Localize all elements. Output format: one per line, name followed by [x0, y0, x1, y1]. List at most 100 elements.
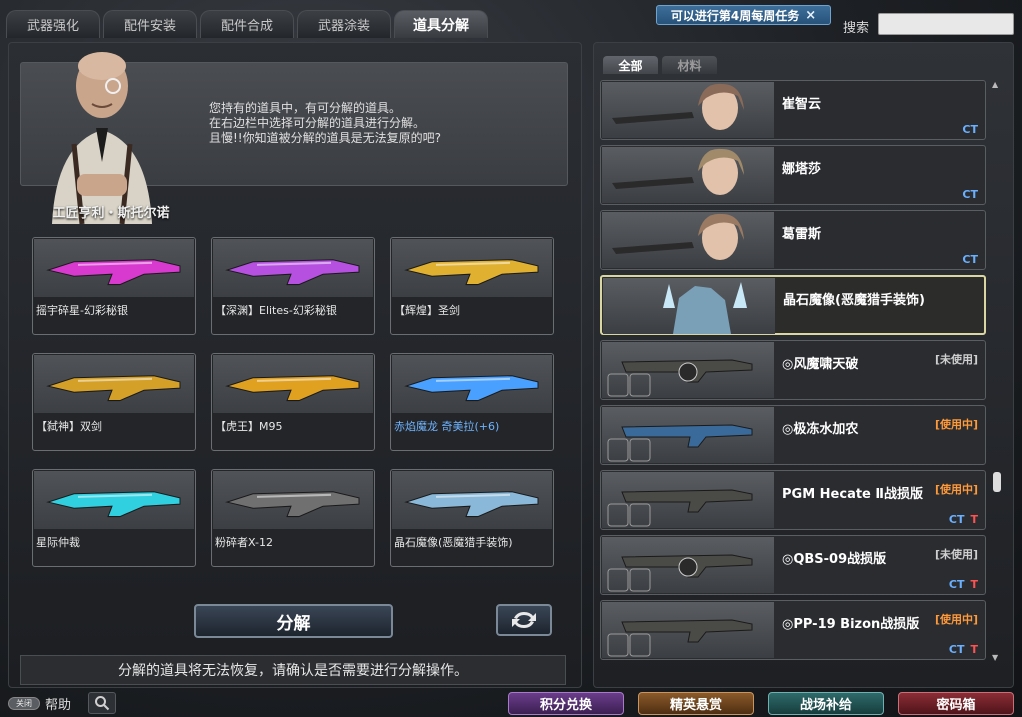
decompose-item-card[interactable]: 摇宇碎星-幻彩秘银: [32, 237, 196, 335]
inventory-item-name: ◎PP-19 Bizon战损版: [782, 617, 920, 632]
inventory-item-name: 崔智云: [782, 97, 822, 112]
item-thumbnail: [602, 147, 774, 203]
weapon-image: [392, 471, 552, 529]
character-portrait-icon: [612, 83, 744, 130]
golem-icon: [663, 282, 747, 334]
help-area: 关闭 帮助: [8, 694, 71, 713]
inventory-scrollbar[interactable]: ▲ ▼: [991, 80, 1003, 662]
item-name: 晶石魔像(恶魔猎手装饰): [394, 536, 513, 549]
item-name: 摇宇碎星-幻彩秘银: [36, 304, 128, 317]
tab-attachment-install[interactable]: 配件安装: [103, 10, 197, 38]
inventory-item-name: ◎极冻水加农: [782, 422, 859, 437]
decompose-item-card[interactable]: 【虎王】M95: [211, 353, 375, 451]
item-name: 【弑神】双剑: [36, 420, 102, 433]
inventory-list-item[interactable]: PGM Hecate Ⅱ战损版 [使用中] CT T: [600, 470, 986, 530]
search-input[interactable]: [878, 13, 1014, 35]
ct-badge: CT: [948, 513, 965, 526]
npc-name: 工匠亨利・斯托尔诺: [52, 206, 170, 221]
weapon-icon: [46, 491, 181, 518]
tab-attachment-synthesis[interactable]: 配件合成: [200, 10, 294, 38]
t-badge: T: [970, 513, 978, 526]
weapon-image: [213, 471, 373, 529]
help-label[interactable]: 帮助: [45, 694, 71, 713]
tab-all[interactable]: 全部: [603, 56, 658, 74]
decompose-item-card[interactable]: 粉碎者X-12: [211, 469, 375, 567]
decompose-item-card[interactable]: 【弑神】双剑: [32, 353, 196, 451]
weapon-icon: [607, 554, 753, 592]
decompose-item-card[interactable]: 【辉煌】圣剑: [390, 237, 554, 335]
inventory-filter-tabs: 全部 材料: [603, 56, 717, 74]
scroll-down-icon[interactable]: ▼: [992, 653, 998, 662]
inventory-item-name: PGM Hecate Ⅱ战损版: [782, 487, 923, 502]
weapon-icon: [607, 619, 753, 657]
points-exchange-button[interactable]: 积分兑换: [508, 692, 624, 715]
ct-badge: CT: [962, 253, 978, 266]
tab-materials[interactable]: 材料: [662, 56, 717, 74]
weapon-icon: [607, 359, 753, 397]
item-name: 星际仲裁: [36, 536, 80, 549]
team-badge: CT: [962, 253, 978, 266]
team-badge: CT T: [949, 578, 978, 591]
npc-dialog-line: 且慢!!你知道被分解的道具是无法复原的吧?: [209, 131, 441, 145]
inventory-item-name: ◎风魔啸天破: [782, 357, 859, 372]
inventory-list-item[interactable]: ◎PP-19 Bizon战损版 [使用中] CT T: [600, 600, 986, 660]
weapon-image: [392, 239, 552, 297]
weapon-image: [34, 471, 194, 529]
character-portrait-icon: [612, 148, 744, 195]
search-label: 搜索: [843, 21, 870, 36]
help-toggle[interactable]: 关闭: [8, 697, 40, 710]
inventory-list-item[interactable]: 崔智云 CT: [600, 80, 986, 140]
t-badge: T: [970, 578, 978, 591]
refresh-button[interactable]: [496, 604, 552, 636]
elite-bounty-button[interactable]: 精英悬赏: [638, 692, 754, 715]
weapon-icon: [46, 259, 181, 286]
weapon-icon: [225, 375, 360, 402]
ct-badge: CT: [948, 643, 965, 656]
ct-badge: CT: [962, 188, 978, 201]
item-thumbnail: [603, 278, 775, 334]
tab-weapon-paint[interactable]: 武器涂装: [297, 10, 391, 38]
npc-dialog-line: 您持有的道具中，有可分解的道具。: [209, 101, 402, 115]
refresh-icon: [512, 612, 536, 628]
item-thumbnail: [602, 82, 774, 138]
usage-status-badge: [使用中]: [934, 483, 978, 496]
weekly-mission-banner[interactable]: 可以进行第4周每周任务 ×: [656, 5, 831, 25]
inventory-item-name: 娜塔莎: [782, 162, 822, 177]
inventory-list-item[interactable]: ◎QBS-09战损版 [未使用] CT T: [600, 535, 986, 595]
weapon-icon: [225, 259, 360, 286]
close-icon[interactable]: ×: [805, 8, 816, 23]
item-thumbnail: [602, 212, 774, 268]
decompose-item-card[interactable]: 赤焰魔龙 奇美拉(+6): [390, 353, 554, 451]
weapon-image: [213, 239, 373, 297]
item-name: 粉碎者X-12: [215, 536, 273, 549]
usage-status-badge: [使用中]: [934, 613, 978, 626]
tab-item-decompose[interactable]: 道具分解: [394, 10, 488, 38]
tab-weapon-enhance[interactable]: 武器强化: [6, 10, 100, 38]
item-thumbnail: [602, 407, 774, 463]
decompose-item-card[interactable]: 晶石魔像(恶魔猎手装饰): [390, 469, 554, 567]
scroll-thumb[interactable]: [993, 472, 1001, 492]
weapon-image: [34, 355, 194, 413]
scroll-up-icon[interactable]: ▲: [992, 80, 998, 89]
npc-avatar-icon: [52, 52, 152, 225]
npc-portrait: [22, 44, 182, 225]
decompose-item-card[interactable]: 星际仲裁: [32, 469, 196, 567]
inventory-list-item[interactable]: 晶石魔像(恶魔猎手装饰): [600, 275, 986, 335]
character-portrait-icon: [612, 213, 744, 260]
t-badge: T: [970, 643, 978, 656]
inventory-list-item[interactable]: ◎极冻水加农 [使用中]: [600, 405, 986, 465]
decompose-item-card[interactable]: 【深渊】Elites-幻彩秘银: [211, 237, 375, 335]
team-badge: CT T: [949, 513, 978, 526]
inventory-list-item[interactable]: 葛雷斯 CT: [600, 210, 986, 270]
battlefield-supply-button[interactable]: 战场补给: [768, 692, 884, 715]
decompose-button[interactable]: 分解: [194, 604, 393, 638]
item-name: 【虎王】M95: [215, 420, 283, 433]
password-box-button[interactable]: 密码箱: [898, 692, 1014, 715]
ct-badge: CT: [948, 578, 965, 591]
inventory-list-item[interactable]: ◎风魔啸天破 [未使用]: [600, 340, 986, 400]
inventory-list-item[interactable]: 娜塔莎 CT: [600, 145, 986, 205]
weapon-image: [34, 239, 194, 297]
inventory-item-name: ◎QBS-09战损版: [782, 552, 887, 567]
magnifier-button[interactable]: [88, 692, 116, 714]
npc-dialog-line: 在右边栏中选择可分解的道具进行分解。: [209, 116, 426, 130]
